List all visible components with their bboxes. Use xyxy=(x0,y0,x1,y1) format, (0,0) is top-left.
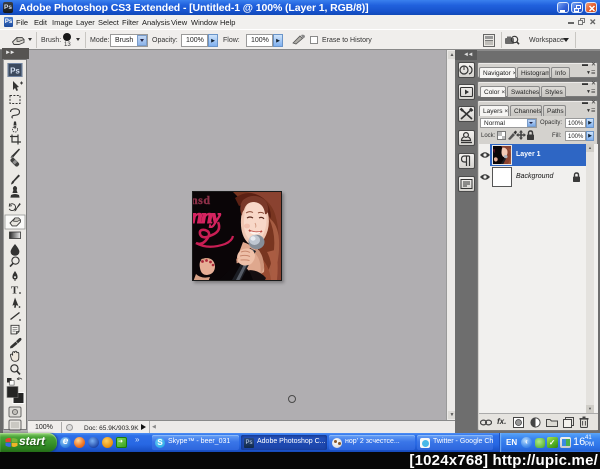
svg-text:nny: nny xyxy=(193,204,221,228)
svg-text:Ps: Ps xyxy=(10,67,20,76)
svg-text:T: T xyxy=(11,285,19,297)
svg-text:n: n xyxy=(493,149,495,155)
